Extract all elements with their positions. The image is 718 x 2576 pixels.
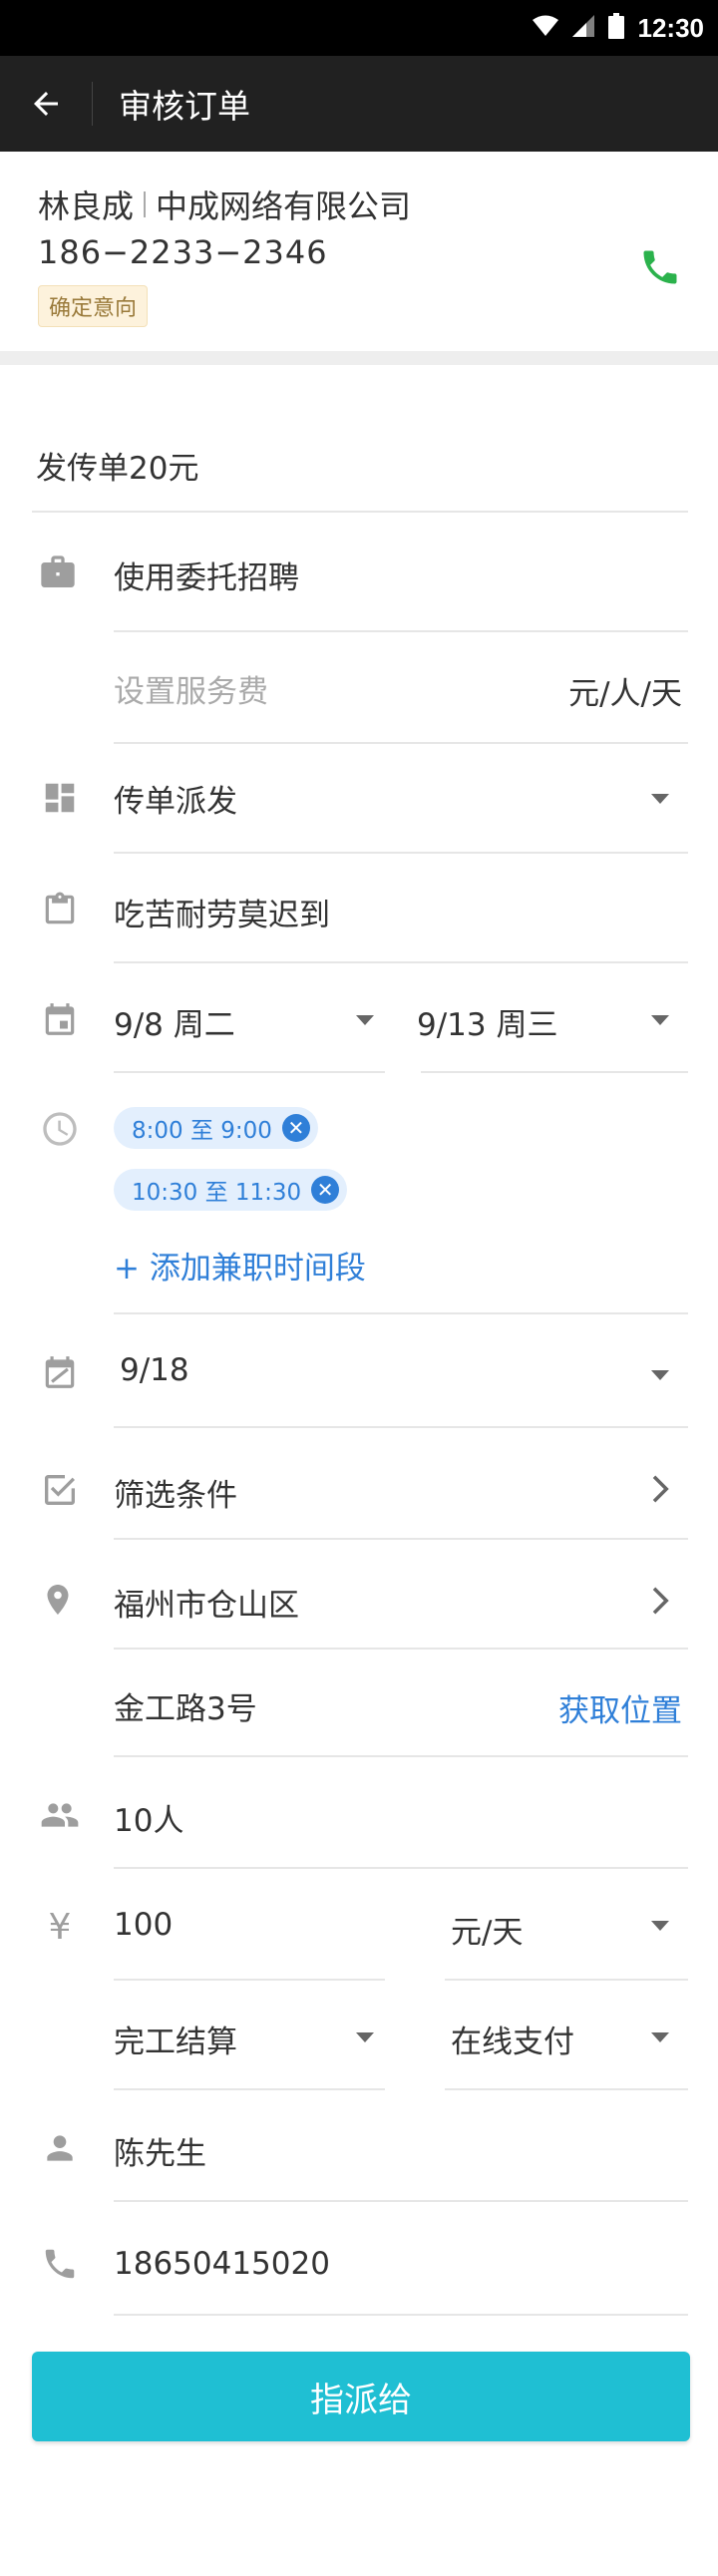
- order-form: 发传单20元 使用委托招聘 设置服务费 元/人/天 传单派发 吃苦耐劳莫迟到 9…: [0, 365, 718, 2576]
- signal-icon: [571, 15, 594, 41]
- divider: [114, 1755, 688, 1757]
- arrow-back-icon: [34, 92, 58, 116]
- divider: [114, 2088, 385, 2090]
- time-slot-chip[interactable]: 8:00 至 9:00 ✕: [114, 1107, 318, 1149]
- back-button[interactable]: [0, 56, 92, 152]
- location-pin-icon: [36, 1578, 80, 1622]
- person-icon: [38, 2126, 82, 2170]
- customer-name: 林良成: [38, 187, 135, 225]
- divider: [114, 2314, 688, 2316]
- contact-name-input[interactable]: 陈先生: [114, 2128, 206, 2173]
- time-slot-chip[interactable]: 10:30 至 11:30 ✕: [114, 1169, 348, 1211]
- time-slot-label: 8:00 至 9:00: [132, 1118, 272, 1144]
- customer-phone: 186−2233−2346: [38, 233, 328, 271]
- filter-conditions-row[interactable]: 筛选条件: [114, 1470, 237, 1515]
- divider: [114, 1426, 688, 1428]
- name-company-divider: [144, 191, 147, 217]
- divider: [32, 511, 688, 513]
- calendar-deadline-icon: [38, 1350, 82, 1394]
- section-divider: [0, 351, 718, 365]
- divider: [421, 1071, 688, 1073]
- divider: [114, 1312, 688, 1314]
- yuan-icon: ¥: [38, 1905, 82, 1949]
- chevron-right-icon: [646, 1474, 676, 1504]
- divider: [114, 1071, 385, 1073]
- service-fee-input[interactable]: 设置服务费: [114, 666, 268, 711]
- remove-time-slot-icon[interactable]: ✕: [281, 1114, 310, 1142]
- salary-input[interactable]: 100: [114, 1907, 173, 1943]
- job-requirement-input[interactable]: 吃苦耐劳莫迟到: [114, 890, 330, 934]
- divider: [114, 2200, 688, 2202]
- divider: [114, 961, 688, 963]
- chevron-down-icon: [651, 1921, 669, 1931]
- get-location-button[interactable]: 获取位置: [558, 1685, 682, 1730]
- app-bar: 审核订单: [0, 56, 718, 152]
- salary-unit-select[interactable]: 元/天: [451, 1907, 523, 1952]
- chevron-down-icon: [651, 2032, 669, 2042]
- address-input[interactable]: 金工路3号: [114, 1683, 257, 1728]
- briefcase-icon: [36, 551, 80, 594]
- divider: [445, 1979, 688, 1981]
- clipboard-icon: [38, 888, 82, 931]
- chevron-down-icon: [356, 2032, 374, 2042]
- checkbox-icon: [38, 1468, 82, 1512]
- page-title: 审核订单: [119, 87, 250, 126]
- phone-icon: [643, 250, 677, 284]
- entrust-recruitment-option[interactable]: 使用委托招聘: [114, 552, 299, 597]
- settlement-select[interactable]: 完工结算: [114, 2017, 237, 2061]
- divider: [114, 1538, 688, 1540]
- chevron-down-icon: [651, 1015, 669, 1025]
- contact-phone-input[interactable]: 18650415020: [114, 2246, 330, 2282]
- dashboard-icon: [38, 776, 82, 820]
- status-bar: 12:30: [0, 0, 718, 56]
- divider: [114, 630, 688, 632]
- divider: [114, 852, 688, 854]
- remove-time-slot-icon[interactable]: ✕: [311, 1176, 340, 1204]
- divider: [114, 1867, 688, 1869]
- clock-time: 12:30: [637, 12, 705, 43]
- phone-outline-icon: [38, 2242, 82, 2286]
- call-button[interactable]: [632, 239, 688, 295]
- city-district-row[interactable]: 福州市仓山区: [114, 1580, 299, 1625]
- deadline-date-select[interactable]: 9/18: [120, 1352, 189, 1388]
- divider: [114, 742, 688, 744]
- job-title-field[interactable]: 发传单20元: [36, 443, 198, 488]
- people-icon: [38, 1793, 82, 1837]
- add-time-slot-button[interactable]: + 添加兼职时间段: [114, 1243, 366, 1288]
- divider: [114, 1979, 385, 1981]
- divider: [445, 2088, 688, 2090]
- calendar-icon: [38, 997, 82, 1041]
- status-badge: 确定意向: [38, 285, 149, 327]
- service-fee-unit: 元/人/天: [568, 676, 682, 712]
- payment-method-select[interactable]: 在线支付: [451, 2017, 574, 2061]
- time-slot-label: 10:30 至 11:30: [132, 1180, 302, 1206]
- battery-icon: [607, 13, 624, 43]
- wifi-icon: [532, 15, 558, 41]
- clock-icon: [38, 1107, 82, 1151]
- customer-name-line: 林良成 中成网络有限公司: [38, 182, 411, 227]
- chevron-right-icon: [646, 1586, 676, 1616]
- headcount-input[interactable]: 10人: [114, 1795, 183, 1840]
- chevron-down-icon: [356, 1015, 374, 1025]
- end-date-select[interactable]: 9/13 周三: [417, 999, 557, 1044]
- start-date-select[interactable]: 9/8 周二: [114, 999, 235, 1044]
- currency-symbol: ¥: [48, 1906, 72, 1948]
- job-category-select[interactable]: 传单派发: [114, 776, 237, 821]
- customer-card: 林良成 中成网络有限公司 186−2233−2346 确定意向: [0, 152, 718, 351]
- divider: [114, 1648, 688, 1650]
- assign-to-button[interactable]: 指派给: [32, 2352, 690, 2441]
- customer-company: 中成网络有限公司: [156, 187, 412, 225]
- chevron-down-icon: [651, 794, 669, 804]
- chevron-down-icon: [651, 1370, 669, 1380]
